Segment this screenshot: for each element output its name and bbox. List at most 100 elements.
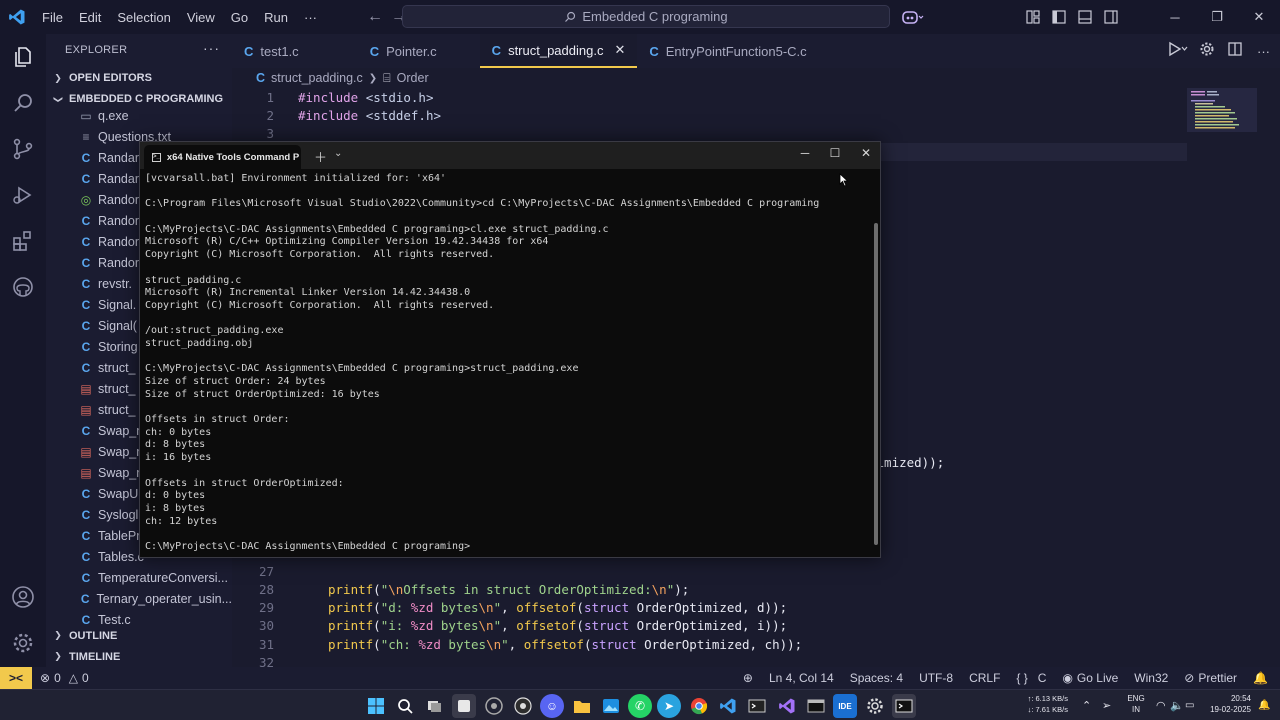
problems-indicator[interactable]: ⊗ 0 △ 0	[32, 671, 97, 685]
maximize-button[interactable]: ❐	[1196, 0, 1238, 34]
close-button[interactable]: ✕	[1238, 0, 1280, 34]
encoding[interactable]: UTF-8	[911, 671, 961, 685]
customize-layout-icon[interactable]	[1020, 0, 1046, 34]
volume-icon[interactable]: 🔈	[1170, 690, 1184, 720]
indentation[interactable]: Spaces: 4	[842, 671, 911, 685]
whatsapp-icon[interactable]: ✆	[628, 694, 652, 718]
language-indicator[interactable]: ENG IN	[1125, 693, 1147, 715]
obs-icon[interactable]	[511, 694, 535, 718]
tray-overflow-icon[interactable]: ⌃	[1082, 690, 1091, 720]
breadcrumb-file[interactable]: struct_padding.c	[271, 71, 363, 85]
run-file-icon[interactable]	[1167, 41, 1189, 62]
platform[interactable]: Win32	[1126, 671, 1176, 685]
extensions-icon[interactable]	[0, 218, 46, 264]
file-item[interactable]: ▭ q.exe	[46, 105, 232, 126]
terminal-close-button[interactable]: ✕	[851, 146, 881, 160]
copilot-icon[interactable]	[902, 9, 924, 28]
more-actions-icon[interactable]: ···	[203, 40, 220, 56]
tab-entry-point[interactable]: C EntryPointFunction5-C.c	[637, 34, 818, 68]
widgets-icon[interactable]	[452, 694, 476, 718]
task-view-icon[interactable]	[422, 694, 446, 718]
file-explorer-icon[interactable]	[570, 694, 594, 718]
file-item[interactable]: C TemperatureConversi...	[46, 567, 232, 588]
github-icon[interactable]	[0, 264, 46, 310]
cursor-position[interactable]: Ln 4, Col 14	[761, 671, 842, 685]
file-name: Swap_n	[98, 423, 144, 438]
terminal-output[interactable]: [vcvarsall.bat] Environment initialized …	[145, 173, 865, 554]
settings-taskbar-gear-icon[interactable]	[863, 694, 887, 718]
c-file-icon: C	[81, 360, 91, 375]
toggle-panel-icon[interactable]	[1072, 0, 1098, 34]
go-live-button[interactable]: ◉ Go Live	[1054, 671, 1126, 685]
wifi-icon[interactable]: ◠	[1156, 690, 1166, 720]
prettier-status[interactable]: ⊘ Prettier	[1176, 671, 1245, 685]
menu-file[interactable]: File	[34, 0, 71, 34]
language-mode[interactable]: { } C	[1008, 671, 1054, 685]
menu-run[interactable]: Run	[256, 0, 296, 34]
terminal-tab[interactable]: >_ x64 Native Tools Command P ✕	[144, 145, 301, 169]
visual-studio-icon[interactable]	[775, 694, 799, 718]
editor-settings-gear-icon[interactable]	[1199, 41, 1215, 62]
terminal-minimize-button[interactable]: ─	[790, 146, 820, 160]
split-editor-icon[interactable]	[1227, 41, 1243, 62]
account-icon[interactable]	[0, 574, 46, 620]
breadcrumb: C struct_padding.c ❯ ⌸ Order	[256, 68, 429, 88]
file-item[interactable]: C Ternary_operater_usin...	[46, 588, 232, 609]
file-name: Signal(	[98, 318, 137, 333]
notification-bell-icon[interactable]: 🔔	[1258, 690, 1270, 720]
terminal-line: C:\MyProjects\C-DAC Assignments\Embedded…	[145, 540, 471, 552]
menu-more[interactable]: ···	[296, 0, 325, 34]
active-terminal-taskbar-icon[interactable]	[892, 694, 916, 718]
windows-start-icon[interactable]	[364, 694, 388, 718]
taskbar-search-icon[interactable]	[393, 694, 417, 718]
terminal-taskbar-icon[interactable]	[745, 694, 769, 718]
minimize-button[interactable]: ─	[1154, 0, 1196, 34]
open-editors-section[interactable]: ❯ OPEN EDITORS	[52, 72, 152, 84]
chevron-down-icon[interactable]: ⌄	[334, 148, 342, 159]
zoom-icon[interactable]: ⊕	[735, 671, 761, 685]
source-control-icon[interactable]	[0, 126, 46, 172]
chrome-dev-icon[interactable]	[482, 694, 506, 718]
terminal-window[interactable]: >_ x64 Native Tools Command P ✕ ＋ ⌄ ─ ☐ …	[139, 141, 881, 558]
more-editor-actions-icon[interactable]: ···	[1257, 44, 1270, 59]
battery-icon[interactable]: ▭	[1185, 690, 1194, 720]
end-of-line[interactable]: CRLF	[961, 671, 1008, 685]
file-name: Randar	[98, 171, 139, 186]
menu-selection[interactable]: Selection	[109, 0, 178, 34]
outline-section[interactable]: ❯ OUTLINE	[46, 625, 232, 646]
cmd-taskbar-icon[interactable]	[804, 694, 828, 718]
explorer-icon[interactable]	[0, 34, 46, 80]
settings-gear-icon[interactable]	[0, 620, 46, 666]
search-icon[interactable]	[0, 80, 46, 126]
terminal-maximize-button[interactable]: ☐	[820, 146, 850, 160]
discord-icon[interactable]: ☺	[540, 694, 564, 718]
notifications-bell-icon[interactable]: 🔔	[1245, 671, 1280, 685]
command-center-search[interactable]: Embedded C programing	[402, 5, 890, 28]
tab-struct-padding[interactable]: Cstruct_padding.c ✕	[479, 34, 638, 68]
folder-section[interactable]: ❯ EMBEDDED C PROGRAMING	[52, 93, 224, 105]
remote-indicator[interactable]: ><	[0, 667, 32, 689]
tab-pointer[interactable]: C Pointer.c	[358, 34, 480, 68]
menu-go[interactable]: Go	[223, 0, 256, 34]
timeline-section[interactable]: ❯ TIMELINE	[46, 646, 232, 667]
menu-view[interactable]: View	[179, 0, 223, 34]
chrome-icon[interactable]	[687, 694, 711, 718]
ide-icon[interactable]: IDE	[833, 694, 857, 718]
toggle-sidebar-icon[interactable]	[1046, 0, 1072, 34]
close-tab-icon[interactable]: ✕	[614, 42, 625, 58]
breadcrumb-symbol[interactable]: Order	[397, 71, 429, 85]
run-debug-icon[interactable]	[0, 172, 46, 218]
new-tab-plus-icon[interactable]: ＋	[314, 147, 327, 166]
menu-edit[interactable]: Edit	[71, 0, 109, 34]
photos-icon[interactable]	[599, 694, 623, 718]
location-icon[interactable]: ➢	[1102, 690, 1111, 720]
vscode-taskbar-icon[interactable]	[716, 694, 740, 718]
tab-test1[interactable]: Ctest1.c	[232, 34, 358, 68]
toggle-secondary-sidebar-icon[interactable]	[1098, 0, 1124, 34]
file-name: Randor	[98, 192, 139, 207]
terminal-scrollbar[interactable]	[874, 223, 878, 545]
clock[interactable]: 20:54 19-02-2025	[1199, 693, 1251, 715]
back-arrow-icon[interactable]: ←	[363, 8, 387, 26]
minimap[interactable]	[1187, 88, 1257, 132]
telegram-icon[interactable]: ➤	[657, 694, 681, 718]
